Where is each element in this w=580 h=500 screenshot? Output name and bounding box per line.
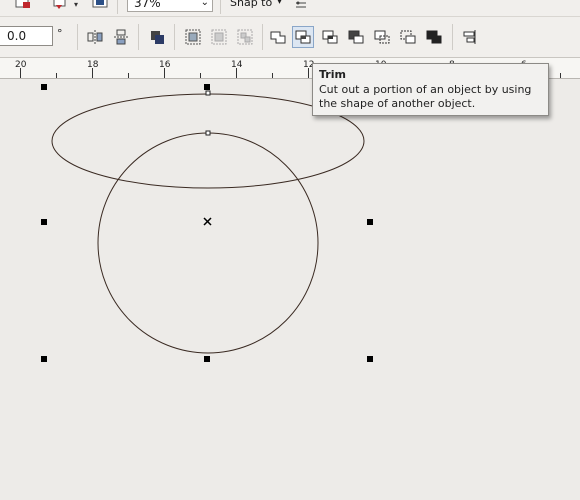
selection-handle-bottom-left[interactable]: [41, 356, 47, 362]
create-boundary-icon: [426, 30, 442, 44]
back-minus-front-button[interactable]: [397, 26, 419, 48]
group-button[interactable]: [182, 26, 204, 48]
toolbar-separator: [174, 24, 175, 50]
ruler-label: 16: [159, 60, 171, 70]
zoom-level-combo[interactable]: 37% ⌄: [127, 0, 213, 12]
toolbar-separator: [220, 0, 221, 14]
zoom-level-value: 37%: [134, 0, 161, 10]
simplify-button[interactable]: [345, 26, 367, 48]
front-minus-back-button[interactable]: [371, 26, 393, 48]
align-distribute-icon: [463, 30, 476, 44]
selection-handle-bottom-right[interactable]: [367, 356, 373, 362]
chevron-down-icon[interactable]: ▾: [74, 0, 78, 9]
selection-handle-top-center[interactable]: [204, 84, 210, 90]
tooltip-description: Cut out a portion of an object by using …: [319, 83, 532, 110]
align-distribute-button[interactable]: [459, 26, 481, 48]
import-icon[interactable]: [52, 0, 72, 13]
selection-handle-top-left[interactable]: [41, 84, 47, 90]
selection-handle-middle-left[interactable]: [41, 219, 47, 225]
intersect-icon: [322, 30, 338, 44]
ungroup-all-icon: [237, 29, 253, 45]
selection-handle-bottom-center[interactable]: [204, 356, 210, 362]
selection-handle-middle-right[interactable]: [367, 219, 373, 225]
snap-to-button[interactable]: Snap to: [230, 0, 272, 9]
x-mark-icon[interactable]: [203, 217, 212, 226]
ellipse-node[interactable]: [205, 90, 211, 96]
front-minus-back-icon: [374, 30, 390, 44]
drawing-layer: [41, 84, 373, 362]
mirror-vertical-button[interactable]: [110, 26, 132, 48]
toolbar-separator: [117, 0, 118, 14]
mirror-horizontal-button[interactable]: [84, 26, 106, 48]
chevron-down-icon[interactable]: ▾: [277, 0, 282, 7]
combine-icon: [151, 31, 164, 44]
toolbar-separator: [138, 24, 139, 50]
export-icon[interactable]: [92, 0, 110, 13]
ruler-label: 20: [15, 60, 27, 70]
combine-button[interactable]: [146, 26, 168, 48]
trim-icon: [295, 30, 311, 44]
intersect-button[interactable]: [319, 26, 341, 48]
ungroup-icon: [211, 29, 227, 45]
drawing-canvas[interactable]: [0, 79, 580, 500]
mirror-horizontal-icon: [87, 30, 103, 44]
ruler-label: 18: [87, 60, 99, 70]
chevron-down-icon[interactable]: ⌄: [201, 0, 209, 11]
create-boundary-button[interactable]: [423, 26, 445, 48]
rotation-angle-value: 0.0: [7, 29, 27, 43]
angle-unit: °: [57, 27, 63, 40]
standard-toolbar: ▾ 37% ⌄ Snap to ▾: [0, 0, 580, 17]
circle-node[interactable]: [205, 130, 211, 136]
circle-shape[interactable]: [97, 132, 319, 354]
toolbar-separator: [77, 24, 78, 50]
weld-icon: [270, 31, 286, 44]
ungroup-all-button[interactable]: [234, 26, 256, 48]
trim-button[interactable]: [292, 26, 314, 48]
weld-button[interactable]: [267, 26, 289, 48]
rotation-angle-field[interactable]: 0.0: [0, 26, 53, 46]
ungroup-button[interactable]: [208, 26, 230, 48]
group-icon: [185, 29, 201, 45]
options-icon[interactable]: [294, 0, 308, 13]
mirror-vertical-icon: [114, 29, 128, 45]
tooltip-title: Trim: [319, 68, 346, 81]
print-icon[interactable]: [14, 0, 32, 13]
back-minus-front-icon: [400, 30, 416, 44]
toolbar-separator: [262, 24, 263, 50]
trim-tooltip: Trim Cut out a portion of an object by u…: [312, 63, 549, 116]
ruler-label: 14: [231, 60, 243, 70]
toolbar-separator: [452, 24, 453, 50]
simplify-icon: [348, 30, 364, 44]
